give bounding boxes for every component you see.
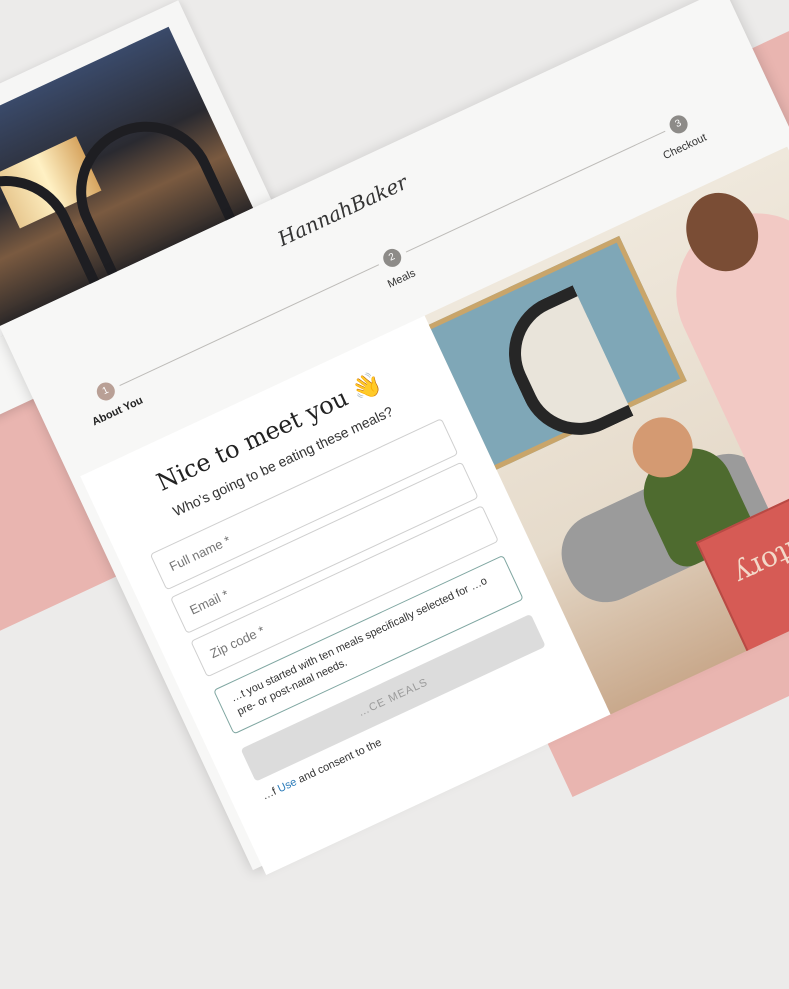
step-3-label: Checkout bbox=[661, 131, 709, 163]
step-2-indicator[interactable]: 2 bbox=[380, 245, 405, 270]
step-1-indicator[interactable]: 1 bbox=[93, 379, 118, 404]
box-brand-text: Territory bbox=[729, 508, 789, 592]
brand-signature-logo[interactable]: HannahBaker bbox=[274, 170, 411, 251]
step-1-label: About You bbox=[90, 394, 145, 429]
terms-of-use-link[interactable]: Use bbox=[276, 776, 299, 795]
terms-prefix: …f bbox=[260, 785, 279, 803]
step-3-indicator[interactable]: 3 bbox=[666, 112, 691, 137]
wall-art-shape bbox=[489, 285, 634, 455]
step-2-label: Meals bbox=[385, 267, 418, 291]
